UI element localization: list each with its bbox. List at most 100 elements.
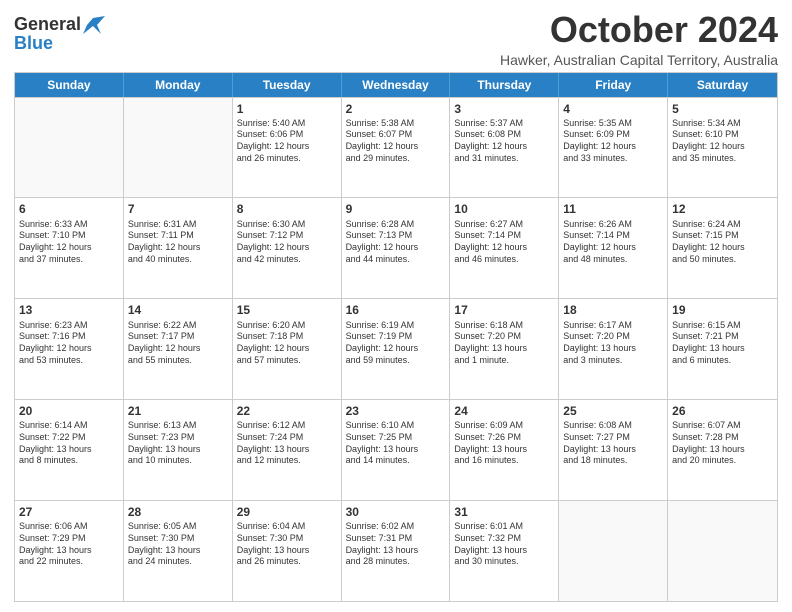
calendar-cell: 28Sunrise: 6:05 AM Sunset: 7:30 PM Dayli… <box>124 501 233 601</box>
day-info: Sunrise: 5:37 AM Sunset: 6:08 PM Dayligh… <box>454 118 554 165</box>
calendar-page: General Blue October 2024 Hawker, Austra… <box>0 0 792 612</box>
day-number: 17 <box>454 302 554 318</box>
day-info: Sunrise: 6:10 AM Sunset: 7:25 PM Dayligh… <box>346 420 446 467</box>
calendar-cell: 17 Sunrise: 6:18 AM Sunset: 7:20 PM Dayli… <box>450 299 559 399</box>
day-number: 5 <box>672 101 773 117</box>
day-number: 21 <box>128 403 228 419</box>
calendar-cell: 24Sunrise: 6:09 AM Sunset: 7:26 PM Dayli… <box>450 400 559 500</box>
day-info: Sunrise: 6:04 AM Sunset: 7:30 PM Dayligh… <box>237 521 337 568</box>
calendar-cell: 15 Sunrise: 6:20 AM Sunset: 7:18 PM Dayli… <box>233 299 342 399</box>
day-number: 16 <box>346 302 446 318</box>
title-section: October 2024 Hawker, Australian Capital … <box>500 10 778 68</box>
calendar-cell: 22Sunrise: 6:12 AM Sunset: 7:24 PM Dayli… <box>233 400 342 500</box>
day-info: Sunrise: 6:23 AM Sunset: 7:16 PM Dayligh… <box>19 320 119 367</box>
calendar-header-row: SundayMondayTuesdayWednesdayThursdayFrid… <box>15 73 777 97</box>
calendar-cell: 5Sunrise: 5:34 AM Sunset: 6:10 PM Daylig… <box>668 98 777 198</box>
day-number: 1 <box>237 101 337 117</box>
calendar-cell: 30Sunrise: 6:02 AM Sunset: 7:31 PM Dayli… <box>342 501 451 601</box>
logo-bird-icon <box>83 16 105 34</box>
day-header-monday: Monday <box>124 73 233 97</box>
day-info: Sunrise: 6:15 AM Sunset: 7:21 PM Dayligh… <box>672 320 773 367</box>
calendar-cell: 20Sunrise: 6:14 AM Sunset: 7:22 PM Dayli… <box>15 400 124 500</box>
day-info: Sunrise: 6:26 AM Sunset: 7:14 PM Dayligh… <box>563 219 663 266</box>
calendar-cell <box>668 501 777 601</box>
day-number: 12 <box>672 201 773 217</box>
day-info: Sunrise: 5:35 AM Sunset: 6:09 PM Dayligh… <box>563 118 663 165</box>
calendar: SundayMondayTuesdayWednesdayThursdayFrid… <box>14 72 778 602</box>
calendar-week-4: 27Sunrise: 6:06 AM Sunset: 7:29 PM Dayli… <box>15 500 777 601</box>
day-number: 9 <box>346 201 446 217</box>
day-info: Sunrise: 6:28 AM Sunset: 7:13 PM Dayligh… <box>346 219 446 266</box>
logo: General Blue <box>14 14 105 54</box>
day-number: 4 <box>563 101 663 117</box>
calendar-week-3: 20Sunrise: 6:14 AM Sunset: 7:22 PM Dayli… <box>15 399 777 500</box>
calendar-body: 1Sunrise: 5:40 AM Sunset: 6:06 PM Daylig… <box>15 97 777 601</box>
calendar-cell: 8 Sunrise: 6:30 AM Sunset: 7:12 PM Daylig… <box>233 198 342 298</box>
day-header-tuesday: Tuesday <box>233 73 342 97</box>
day-number: 11 <box>563 201 663 217</box>
day-number: 26 <box>672 403 773 419</box>
calendar-cell: 25Sunrise: 6:08 AM Sunset: 7:27 PM Dayli… <box>559 400 668 500</box>
day-number: 22 <box>237 403 337 419</box>
day-number: 24 <box>454 403 554 419</box>
day-info: Sunrise: 6:27 AM Sunset: 7:14 PM Dayligh… <box>454 219 554 266</box>
day-info: Sunrise: 6:05 AM Sunset: 7:30 PM Dayligh… <box>128 521 228 568</box>
day-info: Sunrise: 5:38 AM Sunset: 6:07 PM Dayligh… <box>346 118 446 165</box>
day-info: Sunrise: 6:18 AM Sunset: 7:20 PM Dayligh… <box>454 320 554 367</box>
day-info: Sunrise: 6:24 AM Sunset: 7:15 PM Dayligh… <box>672 219 773 266</box>
day-info: Sunrise: 6:13 AM Sunset: 7:23 PM Dayligh… <box>128 420 228 467</box>
day-number: 31 <box>454 504 554 520</box>
calendar-cell: 23Sunrise: 6:10 AM Sunset: 7:25 PM Dayli… <box>342 400 451 500</box>
day-number: 19 <box>672 302 773 318</box>
logo-general-text: General <box>14 14 81 35</box>
calendar-cell: 29Sunrise: 6:04 AM Sunset: 7:30 PM Dayli… <box>233 501 342 601</box>
day-number: 15 <box>237 302 337 318</box>
calendar-cell <box>559 501 668 601</box>
day-number: 30 <box>346 504 446 520</box>
calendar-cell: 26Sunrise: 6:07 AM Sunset: 7:28 PM Dayli… <box>668 400 777 500</box>
calendar-week-1: 6Sunrise: 6:33 AM Sunset: 7:10 PM Daylig… <box>15 197 777 298</box>
day-number: 25 <box>563 403 663 419</box>
day-number: 6 <box>19 201 119 217</box>
day-info: Sunrise: 6:30 AM Sunset: 7:12 PM Dayligh… <box>237 219 337 266</box>
day-header-saturday: Saturday <box>668 73 777 97</box>
day-header-sunday: Sunday <box>15 73 124 97</box>
calendar-cell: 2Sunrise: 5:38 AM Sunset: 6:07 PM Daylig… <box>342 98 451 198</box>
day-number: 14 <box>128 302 228 318</box>
header: General Blue October 2024 Hawker, Austra… <box>14 10 778 68</box>
calendar-cell: 31Sunrise: 6:01 AM Sunset: 7:32 PM Dayli… <box>450 501 559 601</box>
day-info: Sunrise: 6:31 AM Sunset: 7:11 PM Dayligh… <box>128 219 228 266</box>
calendar-cell: 7Sunrise: 6:31 AM Sunset: 7:11 PM Daylig… <box>124 198 233 298</box>
day-number: 8 <box>237 201 337 217</box>
calendar-cell: 4Sunrise: 5:35 AM Sunset: 6:09 PM Daylig… <box>559 98 668 198</box>
day-info: Sunrise: 5:34 AM Sunset: 6:10 PM Dayligh… <box>672 118 773 165</box>
calendar-cell: 10Sunrise: 6:27 AM Sunset: 7:14 PM Dayli… <box>450 198 559 298</box>
location-subtitle: Hawker, Australian Capital Territory, Au… <box>500 52 778 68</box>
calendar-cell: 1Sunrise: 5:40 AM Sunset: 6:06 PM Daylig… <box>233 98 342 198</box>
logo-blue-text: Blue <box>14 33 53 54</box>
day-info: Sunrise: 6:02 AM Sunset: 7:31 PM Dayligh… <box>346 521 446 568</box>
day-number: 28 <box>128 504 228 520</box>
day-number: 13 <box>19 302 119 318</box>
day-number: 18 <box>563 302 663 318</box>
calendar-cell: 6Sunrise: 6:33 AM Sunset: 7:10 PM Daylig… <box>15 198 124 298</box>
calendar-cell <box>15 98 124 198</box>
day-info: Sunrise: 6:17 AM Sunset: 7:20 PM Dayligh… <box>563 320 663 367</box>
day-header-wednesday: Wednesday <box>342 73 451 97</box>
calendar-cell: 3Sunrise: 5:37 AM Sunset: 6:08 PM Daylig… <box>450 98 559 198</box>
day-info: Sunrise: 6:22 AM Sunset: 7:17 PM Dayligh… <box>128 320 228 367</box>
day-number: 23 <box>346 403 446 419</box>
calendar-cell: 27Sunrise: 6:06 AM Sunset: 7:29 PM Dayli… <box>15 501 124 601</box>
day-header-friday: Friday <box>559 73 668 97</box>
day-number: 2 <box>346 101 446 117</box>
calendar-cell: 11 Sunrise: 6:26 AM Sunset: 7:14 PM Dayli… <box>559 198 668 298</box>
calendar-cell: 12 Sunrise: 6:24 AM Sunset: 7:15 PM Dayli… <box>668 198 777 298</box>
calendar-cell: 21Sunrise: 6:13 AM Sunset: 7:23 PM Dayli… <box>124 400 233 500</box>
day-info: Sunrise: 6:19 AM Sunset: 7:19 PM Dayligh… <box>346 320 446 367</box>
calendar-week-0: 1Sunrise: 5:40 AM Sunset: 6:06 PM Daylig… <box>15 97 777 198</box>
day-info: Sunrise: 6:20 AM Sunset: 7:18 PM Dayligh… <box>237 320 337 367</box>
day-info: Sunrise: 5:40 AM Sunset: 6:06 PM Dayligh… <box>237 118 337 165</box>
day-number: 27 <box>19 504 119 520</box>
day-info: Sunrise: 6:06 AM Sunset: 7:29 PM Dayligh… <box>19 521 119 568</box>
calendar-cell: 13 Sunrise: 6:23 AM Sunset: 7:16 PM Dayli… <box>15 299 124 399</box>
